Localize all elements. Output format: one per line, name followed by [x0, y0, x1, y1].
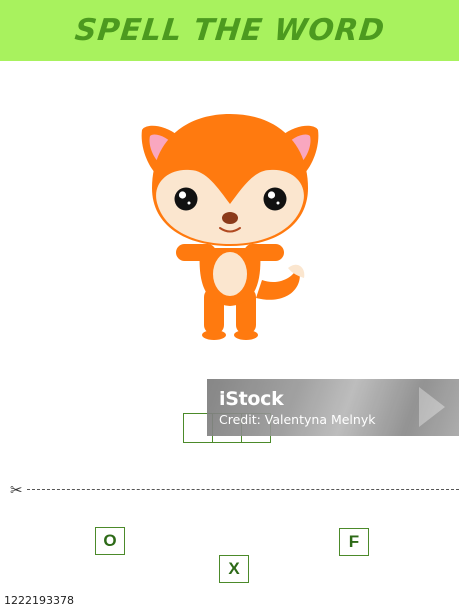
fox-right-arm [244, 244, 284, 261]
letter-tile-x[interactable]: X [219, 555, 249, 583]
stock-id: 1222193378 [0, 590, 74, 612]
watermark-brand: iStock [219, 388, 284, 410]
play-icon [419, 387, 445, 427]
fox-left-foot [202, 330, 226, 340]
fox-left-eye [174, 187, 198, 211]
letter-tile-f[interactable]: F [339, 528, 369, 556]
letter-tile-o[interactable]: O [95, 527, 125, 555]
dashed-cut-line [27, 489, 459, 490]
scissors-icon: ✂ [10, 481, 23, 499]
title-banner: SPELL THE WORD [0, 0, 459, 61]
fox-right-eye [263, 187, 287, 211]
fox-right-foot [234, 330, 258, 340]
page-title: SPELL THE WORD [72, 13, 387, 48]
watermark-credit: Credit: Valentyna Melnyk [219, 412, 376, 427]
cut-line: ✂ [10, 480, 459, 500]
fox-nose [222, 212, 238, 224]
fox-illustration [141, 114, 319, 340]
fox-belly [213, 252, 247, 296]
fox-left-arm [176, 244, 216, 261]
watermark: iStock Credit: Valentyna Melnyk [207, 379, 459, 436]
